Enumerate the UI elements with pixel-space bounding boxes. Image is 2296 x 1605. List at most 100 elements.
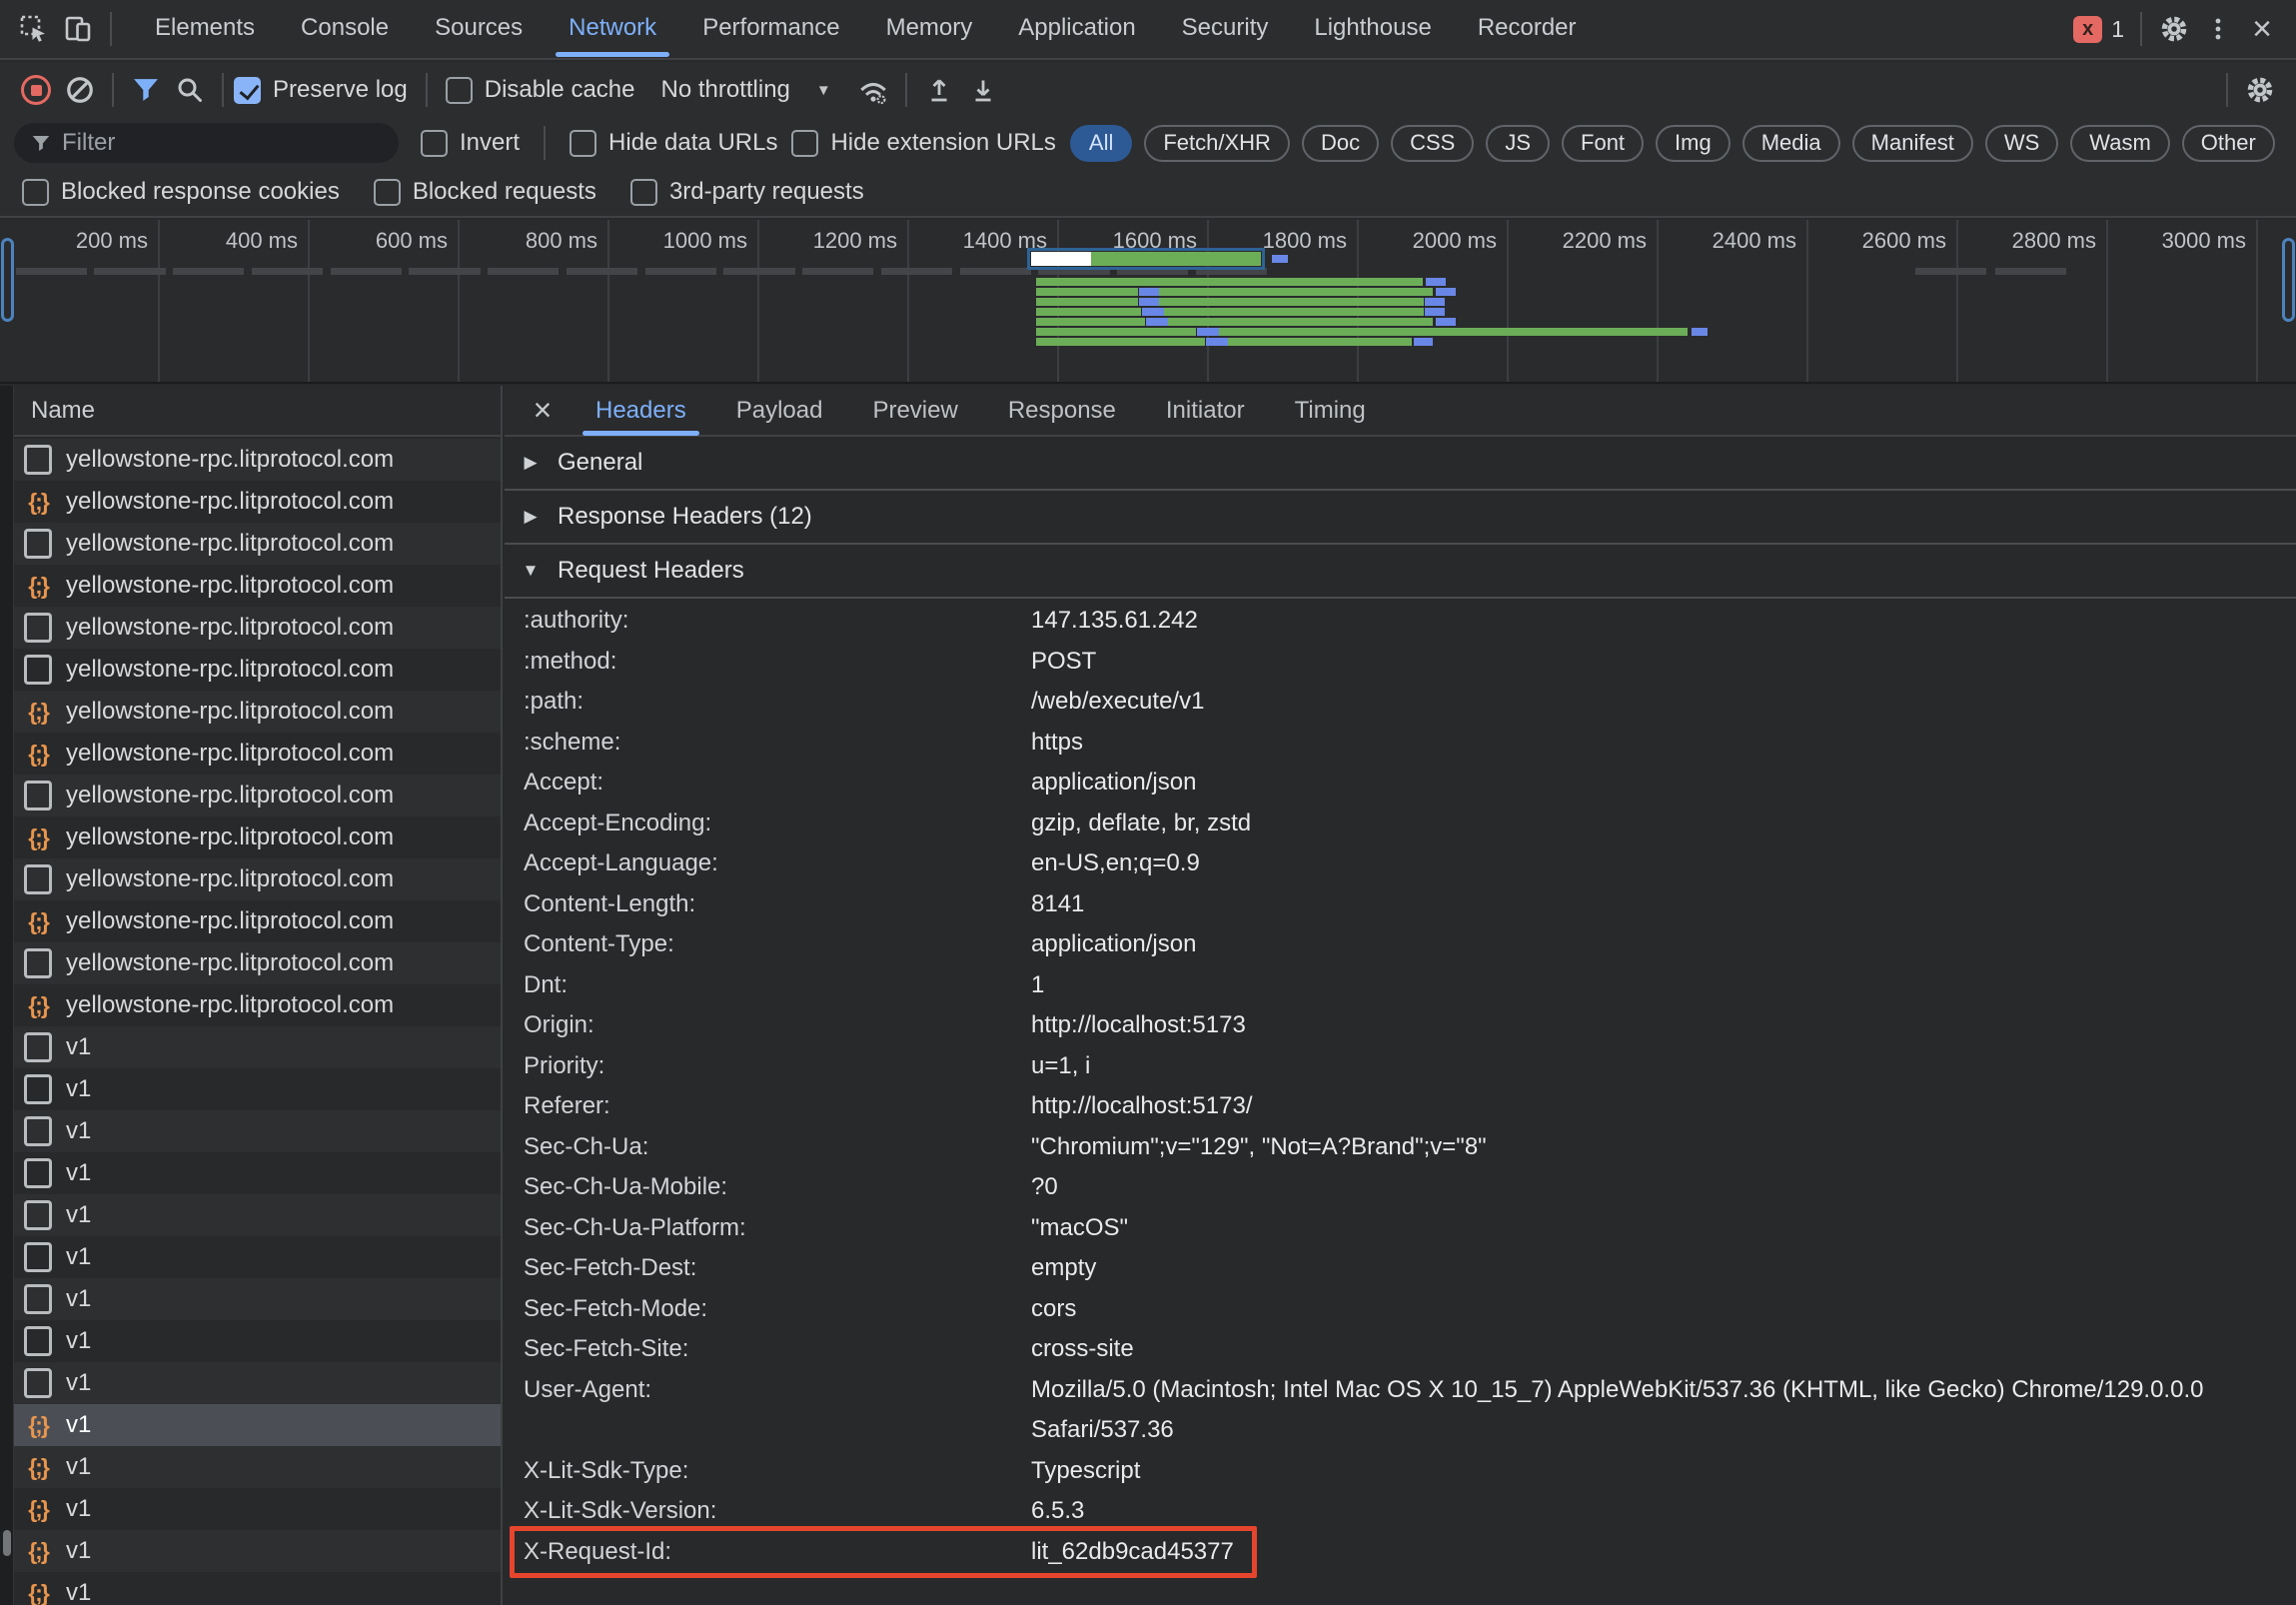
detail-tab[interactable]: Timing — [1270, 386, 1391, 436]
import-har-icon[interactable] — [917, 68, 961, 112]
settings-gear-icon[interactable] — [2152, 7, 2196, 51]
detail-tab[interactable]: Initiator — [1141, 386, 1270, 436]
request-row[interactable]: v1 — [14, 1488, 501, 1530]
record-network-log-button[interactable] — [14, 68, 58, 112]
request-row[interactable]: yellowstone-rpc.litprotocol.com — [14, 984, 501, 1026]
main-tab[interactable]: Console — [278, 0, 412, 57]
console-error-badge[interactable]: x 1 — [2073, 15, 2124, 43]
type-filter-chip[interactable]: Media — [1741, 124, 1840, 162]
filter-funnel-icon[interactable] — [124, 68, 168, 112]
preserve-log-checkbox[interactable] — [234, 76, 261, 104]
request-row[interactable]: yellowstone-rpc.litprotocol.com — [14, 900, 501, 942]
request-row[interactable]: v1 — [14, 1194, 501, 1236]
type-filter-chip[interactable]: All — [1069, 124, 1133, 162]
request-row[interactable]: yellowstone-rpc.litprotocol.com — [14, 481, 501, 523]
export-har-icon[interactable] — [961, 68, 1005, 112]
request-row[interactable]: yellowstone-rpc.litprotocol.com — [14, 858, 501, 900]
more-options-kebab-icon[interactable] — [2196, 7, 2240, 51]
request-row[interactable]: v1 — [14, 1446, 501, 1488]
request-row[interactable]: v1 — [14, 1572, 501, 1605]
disable-cache-checkbox[interactable] — [445, 76, 473, 104]
main-tab[interactable]: Elements — [132, 0, 278, 57]
request-row[interactable]: yellowstone-rpc.litprotocol.com — [14, 816, 501, 858]
request-row[interactable]: yellowstone-rpc.litprotocol.com — [14, 439, 501, 481]
section-general[interactable]: ▶ General — [505, 437, 2296, 491]
detail-tab[interactable]: Response — [983, 386, 1141, 436]
detail-tab[interactable]: Headers — [571, 386, 711, 436]
main-tab[interactable]: Network — [546, 0, 679, 57]
request-list-scrollbar[interactable] — [0, 386, 14, 1605]
throttling-select[interactable]: No throttling ▼ — [660, 76, 830, 104]
hide-data-urls-option[interactable]: Hide data URLs — [570, 129, 777, 157]
overview-right-grip[interactable] — [2282, 238, 2295, 322]
request-row[interactable]: v1 — [14, 1404, 501, 1446]
type-filter-chip[interactable]: WS — [1984, 124, 2059, 162]
invert-option[interactable]: Invert — [421, 129, 520, 157]
inspect-element-icon[interactable] — [12, 7, 56, 51]
request-row[interactable]: v1 — [14, 1068, 501, 1110]
close-detail-icon[interactable]: × — [515, 386, 571, 436]
section-request-headers[interactable]: ▼ Request Headers — [505, 545, 2296, 599]
request-row[interactable]: yellowstone-rpc.litprotocol.com — [14, 523, 501, 565]
name-column-header[interactable]: Name — [14, 386, 501, 437]
search-icon[interactable] — [168, 68, 212, 112]
main-tab[interactable]: Memory — [863, 0, 996, 57]
type-filter-chip[interactable]: CSS — [1391, 124, 1475, 162]
main-tab[interactable]: Sources — [412, 0, 546, 57]
type-filter-chip[interactable]: JS — [1486, 124, 1551, 162]
request-row[interactable]: yellowstone-rpc.litprotocol.com — [14, 607, 501, 649]
blocked-requests-option[interactable]: Blocked requests — [373, 178, 596, 206]
invert-checkbox[interactable] — [421, 129, 448, 157]
main-tab[interactable]: Recorder — [1455, 0, 1600, 57]
blocked-cookies-checkbox[interactable] — [22, 178, 49, 206]
hide-extension-urls-checkbox[interactable] — [791, 129, 819, 157]
main-tab[interactable]: Performance — [679, 0, 862, 57]
type-filter-chip[interactable]: Other — [2181, 124, 2275, 162]
network-overview-timeline[interactable]: 200 ms 400 ms 600 ms 800 ms 1000 ms 1200 ms 14… — [0, 220, 2296, 384]
device-toolbar-icon[interactable] — [56, 7, 100, 51]
main-tab[interactable]: Lighthouse — [1291, 0, 1454, 57]
filter-input[interactable] — [62, 129, 381, 157]
type-filter-chip[interactable]: Manifest — [1851, 124, 1973, 162]
detail-tab[interactable]: Payload — [711, 386, 848, 436]
type-filter-chip[interactable]: Font — [1562, 124, 1645, 162]
request-row[interactable]: yellowstone-rpc.litprotocol.com — [14, 733, 501, 775]
close-devtools-icon[interactable]: × — [2240, 7, 2284, 51]
hide-extension-urls-option[interactable]: Hide extension URLs — [791, 129, 1056, 157]
network-conditions-icon[interactable] — [851, 68, 895, 112]
request-row[interactable]: v1 — [14, 1278, 501, 1320]
type-filter-chip[interactable]: Fetch/XHR — [1144, 124, 1290, 162]
section-response-headers[interactable]: ▶ Response Headers (12) — [505, 491, 2296, 545]
request-row[interactable]: v1 — [14, 1110, 501, 1152]
request-row[interactable]: v1 — [14, 1530, 501, 1572]
request-row[interactable]: yellowstone-rpc.litprotocol.com — [14, 691, 501, 733]
request-row[interactable]: yellowstone-rpc.litprotocol.com — [14, 942, 501, 984]
scrollbar-thumb[interactable] — [3, 1530, 11, 1556]
request-row[interactable]: v1 — [14, 1362, 501, 1404]
request-row[interactable]: yellowstone-rpc.litprotocol.com — [14, 565, 501, 607]
type-filter-chip[interactable]: Img — [1656, 124, 1730, 162]
request-row[interactable]: yellowstone-rpc.litprotocol.com — [14, 775, 501, 816]
third-party-option[interactable]: 3rd-party requests — [629, 178, 864, 206]
preserve-log-option[interactable]: Preserve log — [234, 76, 408, 104]
request-type-icon — [23, 822, 53, 852]
request-row[interactable]: yellowstone-rpc.litprotocol.com — [14, 649, 501, 691]
disable-cache-option[interactable]: Disable cache — [445, 76, 634, 104]
request-row[interactable]: v1 — [14, 1236, 501, 1278]
detail-tab[interactable]: Preview — [847, 386, 982, 436]
clear-network-log-icon[interactable] — [58, 68, 102, 112]
hide-data-urls-checkbox[interactable] — [570, 129, 597, 157]
third-party-checkbox[interactable] — [629, 178, 657, 206]
type-filter-chip[interactable]: Wasm — [2070, 124, 2170, 162]
network-settings-gear-icon[interactable] — [2238, 68, 2282, 112]
request-row[interactable]: v1 — [14, 1152, 501, 1194]
main-tab[interactable]: Security — [1159, 0, 1292, 57]
main-tab[interactable]: Application — [995, 0, 1158, 57]
request-row[interactable]: v1 — [14, 1026, 501, 1068]
request-row[interactable]: v1 — [14, 1320, 501, 1362]
header-name: :authority: — [524, 607, 629, 634]
blocked-cookies-option[interactable]: Blocked response cookies — [22, 178, 340, 206]
type-filter-chip[interactable]: Doc — [1301, 124, 1380, 162]
blocked-requests-checkbox[interactable] — [373, 178, 401, 206]
overview-left-grip[interactable] — [1, 238, 14, 322]
